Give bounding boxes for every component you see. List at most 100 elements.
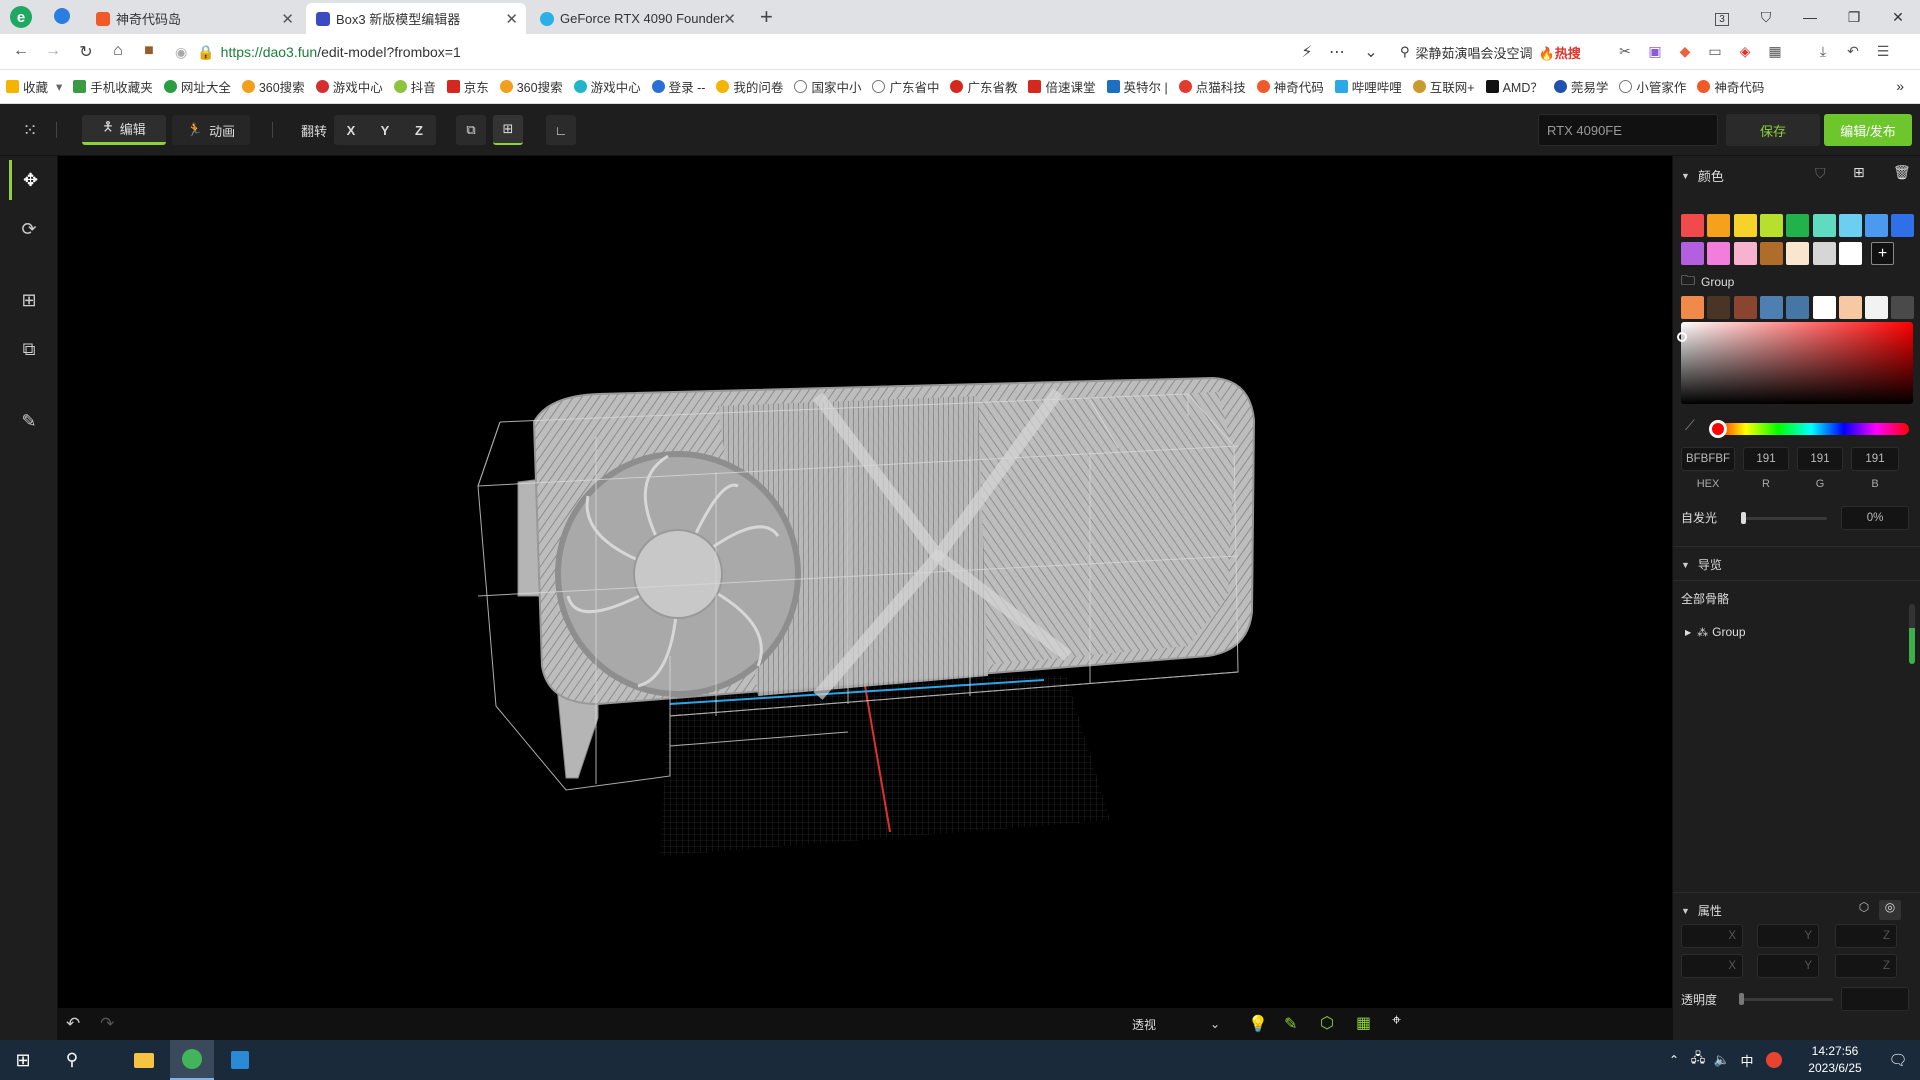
flip-y-button[interactable]: Y xyxy=(368,123,402,138)
bookmark-item[interactable]: 抖音 xyxy=(393,77,436,96)
volume-icon[interactable]: 🔈 xyxy=(1710,1040,1734,1080)
game-icon[interactable]: ◆ xyxy=(1675,41,1695,61)
group-color-swatch[interactable] xyxy=(1838,296,1862,319)
color-swatch[interactable] xyxy=(1812,242,1836,265)
bookmarks-more[interactable]: » xyxy=(1896,78,1904,94)
home-icon[interactable]: ⌂ xyxy=(107,42,129,60)
saturation-handle[interactable] xyxy=(1677,332,1687,342)
redo-icon[interactable]: ↷ xyxy=(100,1014,114,1034)
back-icon[interactable]: ← xyxy=(10,42,32,60)
restore-icon[interactable]: ❐ xyxy=(1832,9,1876,26)
3d-viewport[interactable] xyxy=(58,156,1672,1040)
bookmark-item[interactable]: 神奇代码 xyxy=(1697,77,1764,96)
windows-start-icon[interactable]: ⊞ xyxy=(0,1040,46,1080)
close-window-icon[interactable]: ✕ xyxy=(1876,9,1920,26)
position-z-input[interactable]: Z xyxy=(1835,924,1897,948)
b-input[interactable]: 191 xyxy=(1851,447,1899,471)
minimize-icon[interactable]: — xyxy=(1788,9,1832,25)
notification-center-icon[interactable]: 🗨 xyxy=(1880,1040,1916,1080)
undo-icon[interactable]: ↶ xyxy=(66,1014,80,1034)
bookmark-item[interactable]: 广东省教 xyxy=(950,77,1017,96)
duplicate-icon[interactable]: ⧉ xyxy=(9,329,49,369)
group-color-swatch[interactable] xyxy=(1786,296,1810,319)
browser-logo-icon[interactable]: e xyxy=(10,6,32,28)
sogou-icon[interactable] xyxy=(1762,1040,1786,1080)
bookmark-item[interactable]: 小管家作 xyxy=(1619,77,1686,96)
color-swatch[interactable] xyxy=(1786,242,1810,265)
hue-slider[interactable] xyxy=(1709,420,1909,438)
group-color-swatch[interactable] xyxy=(1681,296,1704,319)
clock[interactable]: 14:27:56 2023/6/25 xyxy=(1790,1040,1880,1080)
bookmark-item[interactable]: 360搜索 xyxy=(241,77,305,96)
color-swatch[interactable] xyxy=(1891,214,1915,237)
rotation-z-input[interactable]: Z xyxy=(1835,954,1897,978)
color-swatch[interactable] xyxy=(1733,214,1757,237)
color-swatch[interactable] xyxy=(1759,214,1783,237)
world-space-icon[interactable]: ◎ xyxy=(1879,900,1901,920)
colors-section-header[interactable]: ▼ 颜色 xyxy=(1681,166,1913,185)
tree-item-group[interactable]: ▶ ⁂ Group xyxy=(1685,625,1746,639)
flip-z-button[interactable]: Z xyxy=(402,123,436,138)
chevron-down-icon[interactable]: ⌄ xyxy=(1360,42,1382,62)
tab-counter[interactable]: 3 xyxy=(1700,9,1744,26)
all-bones-label[interactable]: 全部骨骼 xyxy=(1681,590,1729,607)
briefcase-icon[interactable]: ■ xyxy=(138,42,160,60)
bookmark-item[interactable]: 手机收藏夹 xyxy=(73,77,153,96)
add-folder-icon[interactable]: ⊞ xyxy=(1853,164,1865,181)
grid-icon[interactable]: ▦ xyxy=(1356,1013,1371,1033)
tray-chevron-icon[interactable]: ⌃ xyxy=(1664,1040,1684,1080)
file-explorer-icon[interactable] xyxy=(122,1040,166,1080)
props-section-header[interactable]: ▼ 属性 xyxy=(1681,902,1722,919)
color-swatch[interactable] xyxy=(1707,214,1731,237)
color-swatch[interactable] xyxy=(1838,214,1862,237)
more-icon[interactable]: ⋯ xyxy=(1326,42,1348,62)
store-icon[interactable] xyxy=(218,1040,262,1080)
color-swatch[interactable] xyxy=(1812,214,1836,237)
color-swatch[interactable] xyxy=(1733,242,1757,265)
color-swatch[interactable] xyxy=(1707,242,1731,265)
color-swatch[interactable] xyxy=(1865,214,1889,237)
bookmark-item[interactable]: 莞易学 xyxy=(1553,77,1608,96)
bookmark-item[interactable]: 广东省中 xyxy=(872,77,939,96)
network-icon[interactable]: 🖧 xyxy=(1686,1040,1710,1080)
download-icon[interactable]: ⤓ xyxy=(1813,41,1833,61)
bookmark-item[interactable]: 登录 -- xyxy=(651,77,705,96)
hue-handle[interactable] xyxy=(1709,420,1727,438)
brush-icon[interactable]: ✎ xyxy=(9,401,49,441)
publish-button[interactable]: 编辑/发布 xyxy=(1824,114,1912,146)
apps-grid-icon[interactable]: ▦ xyxy=(1765,41,1785,61)
save-button[interactable]: 保存 xyxy=(1726,114,1820,146)
model-name-input[interactable]: RTX 4090FE xyxy=(1538,114,1718,146)
rotation-y-input[interactable]: Y xyxy=(1757,954,1819,978)
tv-icon[interactable]: ▭ xyxy=(1705,41,1725,61)
position-y-input[interactable]: Y xyxy=(1757,924,1819,948)
add-color-button[interactable]: + xyxy=(1871,242,1894,265)
close-tab-icon[interactable]: ✕ xyxy=(505,10,518,28)
bookmark-item[interactable]: 英特尔 | xyxy=(1106,77,1168,96)
ground-align-icon[interactable]: ⊞ xyxy=(493,115,523,145)
add-block-icon[interactable]: ⊞ xyxy=(9,280,49,320)
bookmark-item[interactable]: 我的问卷 xyxy=(716,77,783,96)
bookmark-item[interactable]: 国家中小 xyxy=(794,77,861,96)
emissive-slider[interactable] xyxy=(1741,512,1827,524)
rotate-tool-icon[interactable]: ⟳ xyxy=(9,209,49,249)
group-color-swatch[interactable] xyxy=(1733,296,1757,319)
bookmark-item[interactable]: 网址大全 xyxy=(163,77,231,96)
group-color-swatch[interactable] xyxy=(1759,296,1783,319)
bookmark-item[interactable]: 点猫科技 xyxy=(1178,77,1246,96)
color-swatch[interactable] xyxy=(1681,242,1704,265)
group-color-swatch[interactable] xyxy=(1812,296,1836,319)
move-tool-icon[interactable]: ✥ xyxy=(9,160,49,200)
close-tab-icon[interactable]: ✕ xyxy=(281,10,294,28)
group-color-swatch[interactable] xyxy=(1707,296,1731,319)
color-swatch[interactable] xyxy=(1681,214,1704,237)
bookmark-item[interactable]: 哔哩哔哩 xyxy=(1334,77,1402,96)
opacity-slider[interactable] xyxy=(1739,993,1833,1005)
bookmark-item[interactable]: 游戏中心 xyxy=(315,77,383,96)
view-mode-select[interactable]: 透视 ⌄ xyxy=(1126,1012,1226,1036)
tab-edit-mode[interactable]: 🯅 编辑 xyxy=(82,115,166,145)
bookmark-item[interactable]: 京东 xyxy=(446,77,489,96)
bookmark-item[interactable]: AMD？ xyxy=(1485,77,1543,96)
bookmark-item[interactable]: 游戏中心 xyxy=(573,77,641,96)
bookmark-item[interactable]: 互联网+ xyxy=(1412,77,1475,96)
